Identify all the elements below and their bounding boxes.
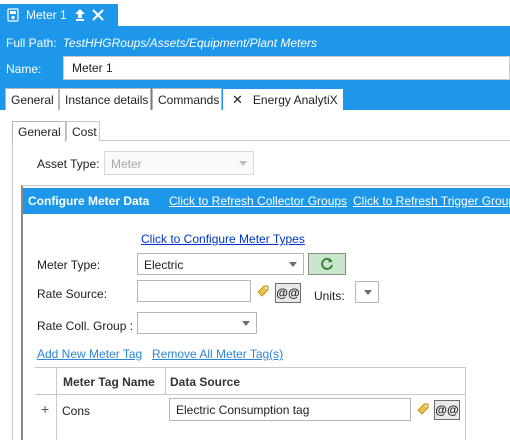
rate-coll-group-label: Rate Coll. Group :: [37, 319, 134, 333]
add-new-meter-tag-link[interactable]: Add New Meter Tag: [37, 347, 142, 361]
chevron-down-icon: [242, 321, 250, 326]
subtab-general[interactable]: General: [12, 121, 66, 142]
subtab-general-label: General: [18, 125, 61, 139]
tag-browse-icon[interactable]: [256, 284, 270, 298]
column-meter-tag-name[interactable]: Meter Tag Name: [63, 375, 155, 389]
tag-browse-icon[interactable]: [416, 402, 430, 416]
tab-close-icon[interactable]: ✕: [232, 92, 243, 108]
refresh-collector-groups-link[interactable]: Click to Refresh Collector Groups: [169, 194, 347, 208]
pin-icon[interactable]: [73, 8, 87, 22]
tab-general-label: General: [11, 92, 54, 107]
meter-type-value: Electric: [144, 258, 184, 272]
tab-commands-label: Commands: [158, 92, 220, 107]
configure-meter-title: Configure Meter Data: [28, 194, 150, 208]
refresh-meter-types-button[interactable]: [308, 253, 346, 275]
expand-row-icon[interactable]: +: [41, 401, 49, 417]
chevron-down-icon: [289, 262, 297, 267]
document-tab-meter-1[interactable]: Meter 1: [0, 4, 118, 26]
close-icon[interactable]: [91, 8, 105, 22]
rate-source-label: Rate Source:: [37, 287, 108, 301]
full-path-label: Full Path:: [6, 36, 57, 50]
subtab-cost[interactable]: Cost: [66, 121, 100, 141]
chevron-down-icon: [239, 161, 247, 166]
data-source-input[interactable]: [169, 398, 411, 421]
units-select[interactable]: [355, 281, 379, 303]
meter-icon: [6, 8, 20, 22]
tab-energy-analytix-label: Energy AnalytiX: [252, 92, 338, 107]
remove-all-meter-tags-link[interactable]: Remove All Meter Tag(s): [152, 347, 283, 361]
chevron-down-icon: [364, 290, 372, 295]
asset-type-label: Asset Type:: [37, 157, 100, 171]
meter-type-label: Meter Type:: [37, 258, 101, 272]
meter-type-select[interactable]: Electric: [137, 253, 304, 275]
units-label: Units:: [314, 289, 345, 303]
rate-source-input[interactable]: [137, 280, 251, 302]
tab-commands[interactable]: Commands: [152, 88, 222, 110]
asset-type-value: Meter: [111, 157, 142, 171]
tab-general[interactable]: General: [5, 88, 59, 110]
refresh-icon: [321, 258, 333, 270]
subtab-cost-label: Cost: [72, 124, 97, 139]
tab-instance-details-label: Instance details: [65, 92, 149, 107]
rate-source-at-button[interactable]: @@: [275, 283, 301, 303]
configure-meter-types-link[interactable]: Click to Configure Meter Types: [141, 232, 305, 246]
document-tab-title: Meter 1: [26, 8, 67, 22]
name-input[interactable]: [63, 56, 510, 80]
full-path: Full Path: TestHHGRoups/Assets/Equipment/…: [6, 36, 317, 50]
full-path-value: TestHHGRoups/Assets/Equipment/Plant Mete…: [62, 36, 318, 50]
column-data-source[interactable]: Data Source: [170, 375, 240, 389]
grid-divider: [465, 367, 466, 440]
tab-instance-details[interactable]: Instance details: [59, 88, 151, 110]
grid-divider: [165, 367, 166, 395]
name-label: Name:: [6, 62, 42, 76]
data-source-at-button[interactable]: @@: [434, 400, 460, 420]
rate-coll-group-select[interactable]: [137, 312, 257, 334]
refresh-trigger-group-link[interactable]: Click to Refresh Trigger Group: [353, 194, 510, 208]
meter-tag-name-cell: Cons: [62, 404, 91, 418]
grid-divider: [56, 367, 57, 440]
tab-energy-analytix[interactable]: ✕ Energy AnalytiX: [222, 88, 344, 110]
asset-type-select[interactable]: Meter: [104, 151, 254, 175]
